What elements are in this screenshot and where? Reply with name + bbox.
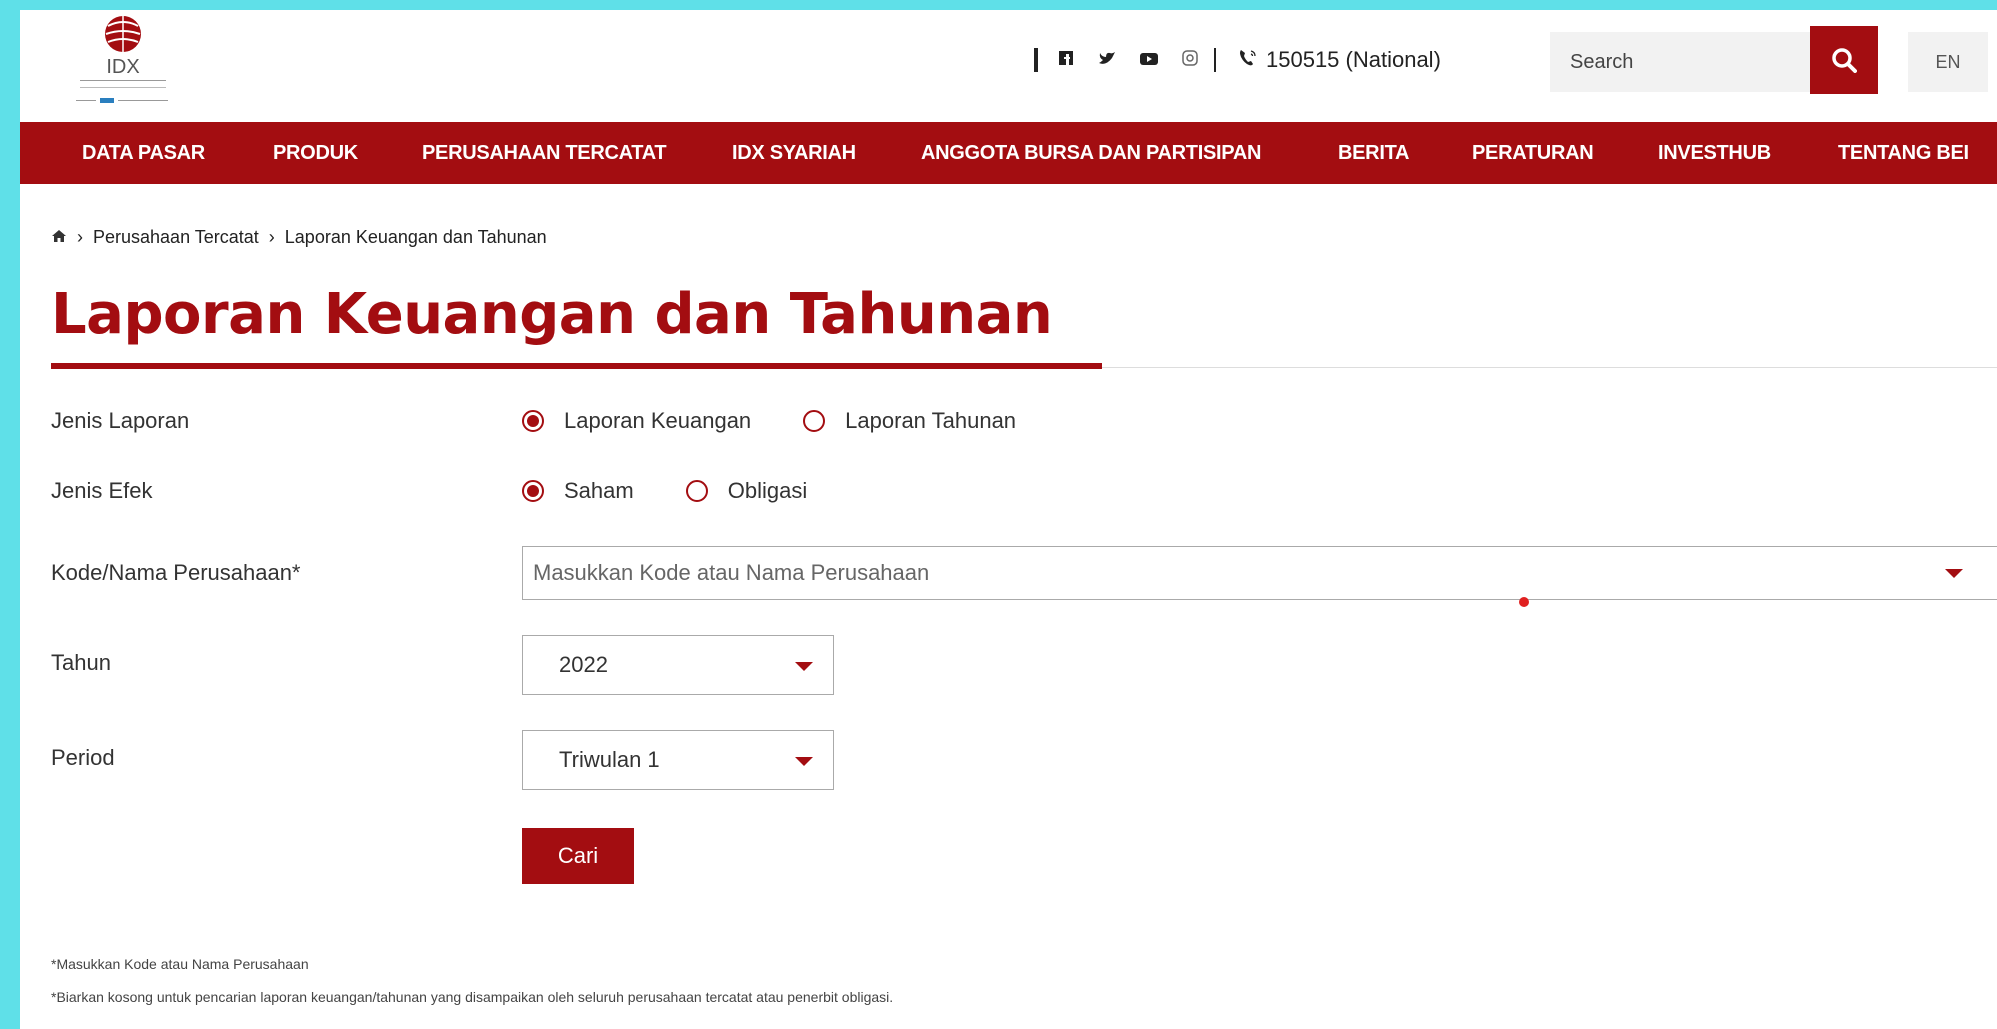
jenis-efek-label: Jenis Efek [51,478,153,503]
caret-down-icon [795,757,813,766]
twitter-icon[interactable] [1098,50,1116,71]
language-toggle[interactable]: EN [1908,32,1988,92]
radio-saham[interactable]: Saham [522,478,634,504]
caret-down-icon [795,662,813,671]
top-bar: IDX 150515 (National) Search EN [20,10,1997,122]
page-title: Laporan Keuangan dan Tahunan [51,282,1053,347]
tahun-label: Tahun [51,650,111,675]
radio-obligasi[interactable]: Obligasi [685,478,808,504]
nav-item-anggota-bursa[interactable]: ANGGOTA BURSA DAN PARTISIPAN [921,142,1261,165]
search-input[interactable] [1550,32,1810,92]
logo-tagline-line [80,80,166,88]
instagram-icon[interactable] [1182,49,1198,71]
facebook-icon[interactable] [1058,50,1074,71]
nav-item-investhub[interactable]: INVESTHUB [1658,142,1771,165]
nav-item-peraturan[interactable]: PERATURAN [1472,142,1594,165]
radio-unchecked-icon [803,410,826,432]
idx-logo[interactable]: IDX [68,14,208,118]
phone-number[interactable]: 150515 (National) [1266,47,1441,73]
breadcrumb-item-current: Laporan Keuangan dan Tahunan [284,227,547,247]
nav-item-perusahaan-tercatat[interactable]: PERUSAHAAN TERCATAT [422,142,667,165]
tahun-select-value: 2022 [559,652,608,677]
radio-label: Laporan Keuangan [564,408,752,433]
company-label: Kode/Nama Perusahaan* [51,560,301,585]
radio-label: Saham [564,478,634,503]
title-divider [1102,367,1997,368]
nav-item-idx-syariah[interactable]: IDX SYARIAH [732,142,856,165]
jenis-efek-radio-group: Saham Obligasi [522,478,859,504]
youtube-icon[interactable] [1140,50,1158,71]
search-button[interactable] [1810,26,1878,94]
divider [1214,48,1216,72]
idx-globe-icon [105,16,141,52]
main-nav: DATA PASAR PRODUK PERUSAHAAN TERCATAT ID… [20,122,1997,184]
phone-icon [1238,48,1258,73]
caret-down-icon [1945,569,1963,578]
home-icon[interactable] [51,227,67,248]
jenis-laporan-radio-group: Laporan Keuangan Laporan Tahunan [522,408,1068,434]
tahun-select[interactable]: 2022 [522,635,834,695]
focus-indicator-dot [1519,597,1529,607]
page-frame: IDX 150515 (National) Search EN DATA PAS… [20,10,1997,1029]
logo-text: IDX [106,56,140,78]
radio-checked-icon [522,410,544,432]
company-select-placeholder: Masukkan Kode atau Nama Perusahaan [533,560,930,585]
breadcrumb-item-perusahaan-tercatat[interactable]: Perusahaan Tercatat [93,227,259,248]
period-select-value: Triwulan 1 [559,747,660,772]
radio-laporan-keuangan[interactable]: Laporan Keuangan [522,408,751,434]
search-submit-button[interactable]: Cari [522,828,634,884]
search-icon [1832,48,1857,73]
radio-laporan-tahunan[interactable]: Laporan Tahunan [803,408,1016,434]
nav-item-berita[interactable]: BERITA [1338,142,1409,165]
company-select[interactable]: Masukkan Kode atau Nama Perusahaan [522,546,1997,600]
breadcrumb-separator: › [268,227,275,247]
nav-item-tentang-bei[interactable]: TENTANG BEI [1838,142,1969,165]
period-select[interactable]: Triwulan 1 [522,730,834,790]
breadcrumb: › Perusahaan Tercatat › Laporan Keuangan… [51,227,547,248]
utility-bar: 150515 (National) [1034,40,1441,80]
breadcrumb-separator: › [77,227,83,247]
radio-label: Obligasi [727,478,808,503]
note-company-hint: *Masukkan Kode atau Nama Perusahaan [51,956,309,972]
jenis-laporan-label: Jenis Laporan [51,408,190,433]
period-label: Period [51,745,115,770]
title-underline [51,363,1102,369]
nav-item-produk[interactable]: PRODUK [273,142,358,165]
nav-item-data-pasar[interactable]: DATA PASAR [82,142,205,165]
radio-label: Laporan Tahunan [845,408,1017,433]
divider [1034,48,1038,72]
radio-unchecked-icon [685,480,708,502]
note-empty-search-hint: *Biarkan kosong untuk pencarian laporan … [51,989,894,1005]
logo-member-mark [76,98,168,103]
radio-checked-icon [522,480,544,502]
